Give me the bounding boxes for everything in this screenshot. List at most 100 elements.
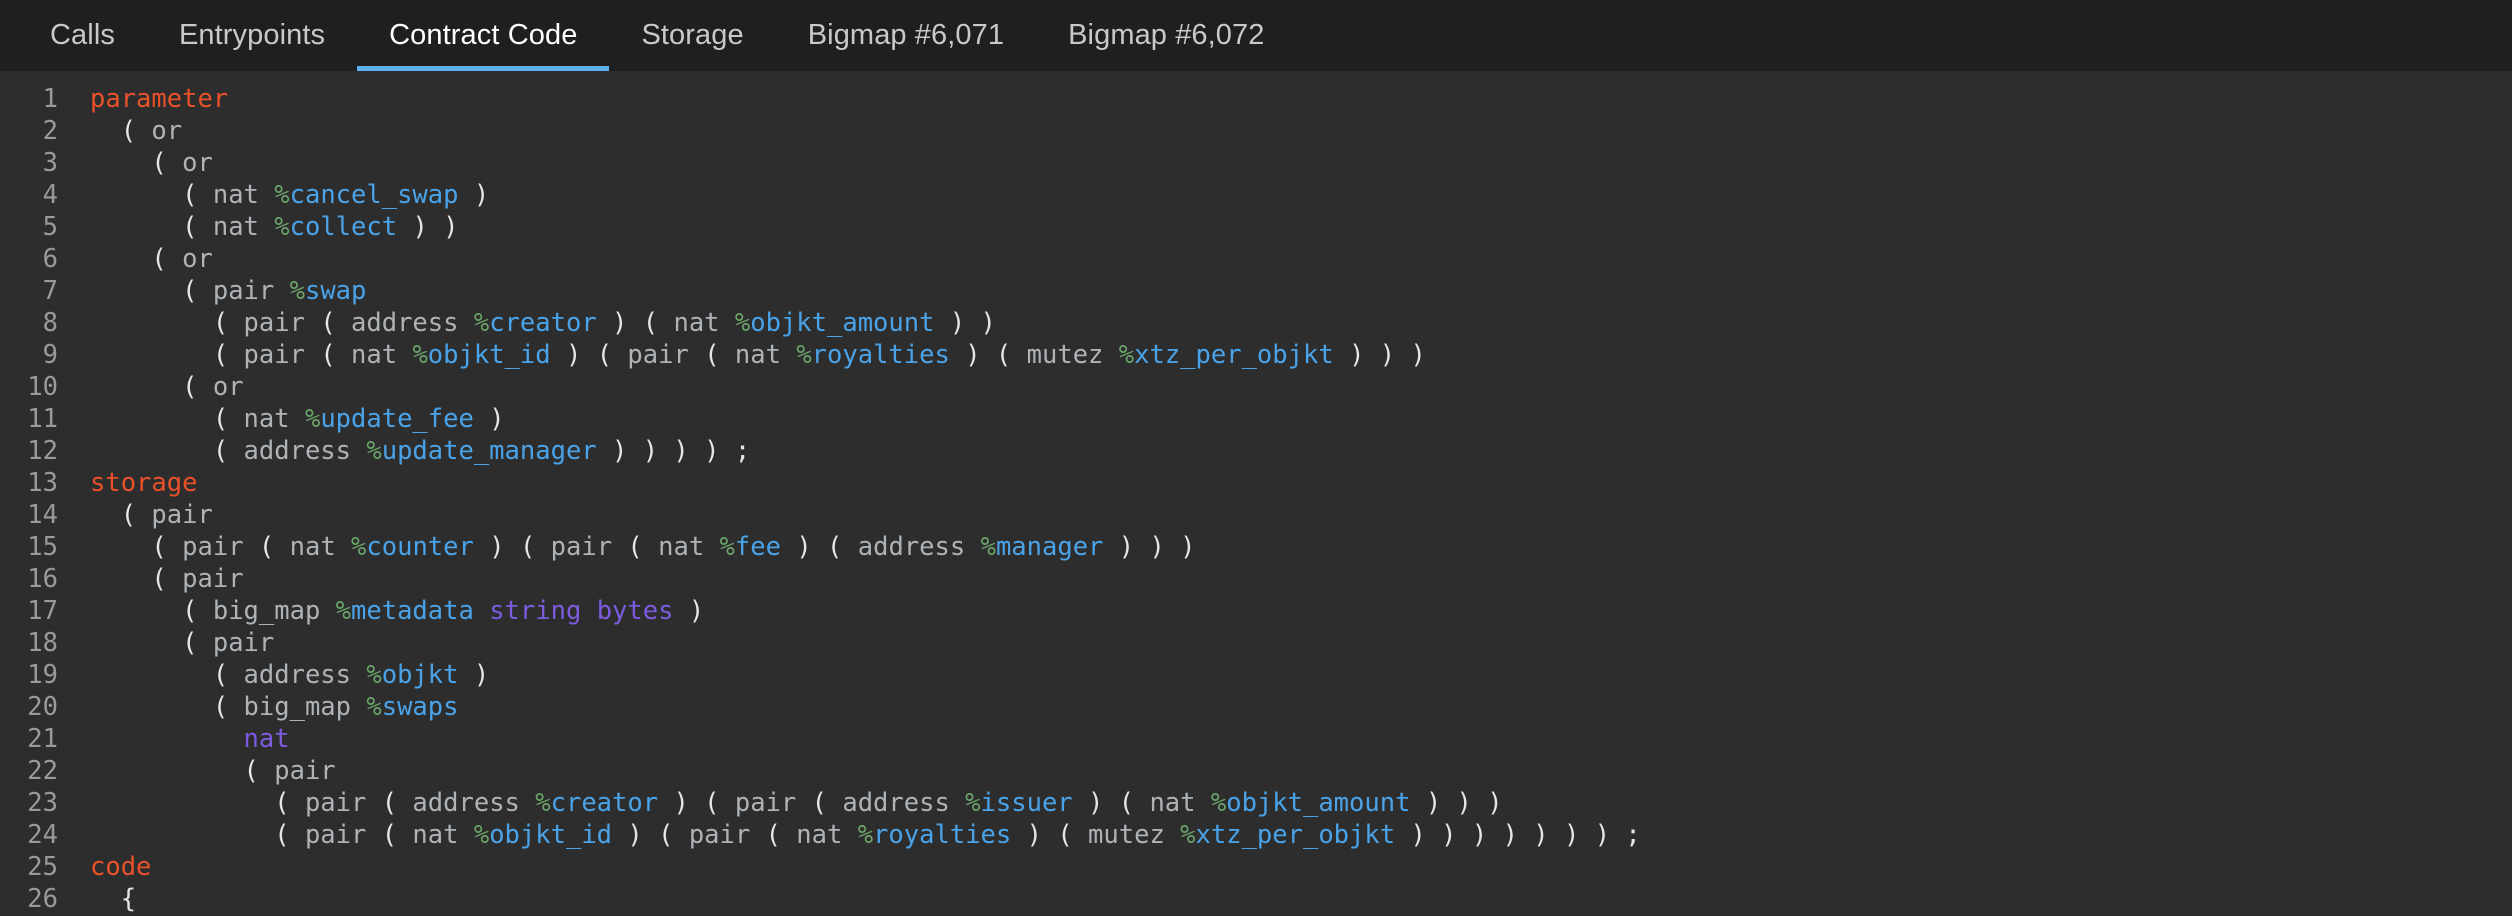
code-token: cancel_swap — [290, 180, 459, 210]
code-token: pair — [535, 532, 627, 562]
code-token — [581, 596, 596, 626]
code-token — [1073, 788, 1088, 818]
line-number: 7 — [0, 275, 58, 307]
code-token: ( — [382, 788, 397, 818]
code-token — [612, 820, 627, 850]
code-token: pair — [612, 340, 704, 370]
code-token: ( — [151, 148, 166, 178]
code-token: % — [535, 788, 550, 818]
code-token: address — [228, 436, 366, 466]
code-token — [981, 340, 996, 370]
code-token: ) — [627, 820, 642, 850]
code-token — [934, 308, 949, 338]
code-token: nat — [228, 404, 305, 434]
code-token: ( — [182, 212, 197, 242]
code-token: fee — [735, 532, 781, 562]
code-token: ( — [627, 532, 642, 562]
code-line: ( address %objkt ) — [90, 659, 2512, 691]
line-number: 22 — [0, 755, 58, 787]
contract-code-viewer[interactable]: 1234567891011121314151617181920212223242… — [0, 71, 2512, 916]
code-line: code — [90, 851, 2512, 883]
code-token: % — [274, 212, 289, 242]
code-token: update_manager — [382, 436, 597, 466]
code-token: nat — [658, 308, 735, 338]
code-token — [90, 212, 182, 242]
tab-entrypoints[interactable]: Entrypoints — [147, 0, 357, 71]
line-number: 1 — [0, 83, 58, 115]
code-token: ) — [474, 660, 489, 690]
tab-bigmap-6072[interactable]: Bigmap #6,072 — [1036, 0, 1296, 71]
code-token: pair — [290, 820, 382, 850]
code-token — [90, 532, 151, 562]
code-token: ( — [382, 820, 397, 850]
code-token: mutez — [1011, 340, 1118, 370]
code-token — [1334, 340, 1349, 370]
code-token: % — [796, 340, 811, 370]
code-token: nat — [397, 820, 474, 850]
code-token — [1011, 820, 1026, 850]
code-line: ( pair — [90, 563, 2512, 595]
code-token: ( — [704, 788, 719, 818]
code-token — [474, 404, 489, 434]
code-token: nat — [781, 820, 858, 850]
code-token — [1103, 532, 1118, 562]
code-line: ( pair ( address %creator ) ( pair ( add… — [90, 787, 2512, 819]
code-token: % — [305, 404, 320, 434]
code-token: pair — [197, 628, 274, 658]
line-number: 21 — [0, 723, 58, 755]
tab-contract-code[interactable]: Contract Code — [357, 0, 609, 71]
code-token: royalties — [873, 820, 1011, 850]
line-number: 2 — [0, 115, 58, 147]
code-token: swap — [305, 276, 366, 306]
code-line: ( big_map %swaps — [90, 691, 2512, 723]
code-token: pair — [167, 564, 244, 594]
tab-bigmap-6071[interactable]: Bigmap #6,071 — [776, 0, 1036, 71]
code-token: nat — [1134, 788, 1211, 818]
code-token: % — [474, 308, 489, 338]
line-number-gutter: 1234567891011121314151617181920212223242… — [0, 71, 58, 916]
code-token: ( — [213, 436, 228, 466]
code-token — [90, 628, 182, 658]
line-number: 4 — [0, 179, 58, 211]
line-number: 24 — [0, 819, 58, 851]
code-token: swaps — [382, 692, 459, 722]
code-line: ( pair ( address %creator ) ( nat %objkt… — [90, 307, 2512, 339]
code-line: ( or — [90, 147, 2512, 179]
line-number: 6 — [0, 243, 58, 275]
line-number: 13 — [0, 467, 58, 499]
code-token: ( — [1119, 788, 1134, 818]
code-token — [673, 596, 688, 626]
code-token: ( — [182, 596, 197, 626]
code-token: pair — [136, 500, 213, 530]
code-token: pair — [290, 788, 382, 818]
tab-calls[interactable]: Calls — [18, 0, 147, 71]
code-content[interactable]: parameter ( or ( or ( nat %cancel_swap )… — [58, 71, 2512, 916]
code-token — [505, 532, 520, 562]
line-number: 20 — [0, 691, 58, 723]
line-number: 5 — [0, 211, 58, 243]
code-token: ( — [827, 532, 842, 562]
code-token: address — [336, 308, 474, 338]
code-token — [90, 756, 244, 786]
code-token: ( — [597, 340, 612, 370]
code-token: ( — [274, 820, 289, 850]
code-token: ( — [274, 788, 289, 818]
code-token: nat — [274, 532, 351, 562]
line-number: 19 — [0, 659, 58, 691]
code-token: address — [397, 788, 535, 818]
line-number: 15 — [0, 531, 58, 563]
code-line: ( or — [90, 243, 2512, 275]
code-token: ( — [182, 372, 197, 402]
code-token — [90, 436, 213, 466]
code-token — [581, 340, 596, 370]
code-token: pair — [228, 340, 320, 370]
code-token: ) ) ) ) ) ) ) ; — [1410, 820, 1640, 850]
code-line: ( big_map %metadata string bytes ) — [90, 595, 2512, 627]
tab-storage[interactable]: Storage — [609, 0, 775, 71]
code-token: pair — [720, 788, 812, 818]
code-line: ( pair — [90, 627, 2512, 659]
code-token: ) — [489, 404, 504, 434]
line-number: 16 — [0, 563, 58, 595]
line-number: 25 — [0, 851, 58, 883]
code-token: ) ) — [412, 212, 458, 242]
